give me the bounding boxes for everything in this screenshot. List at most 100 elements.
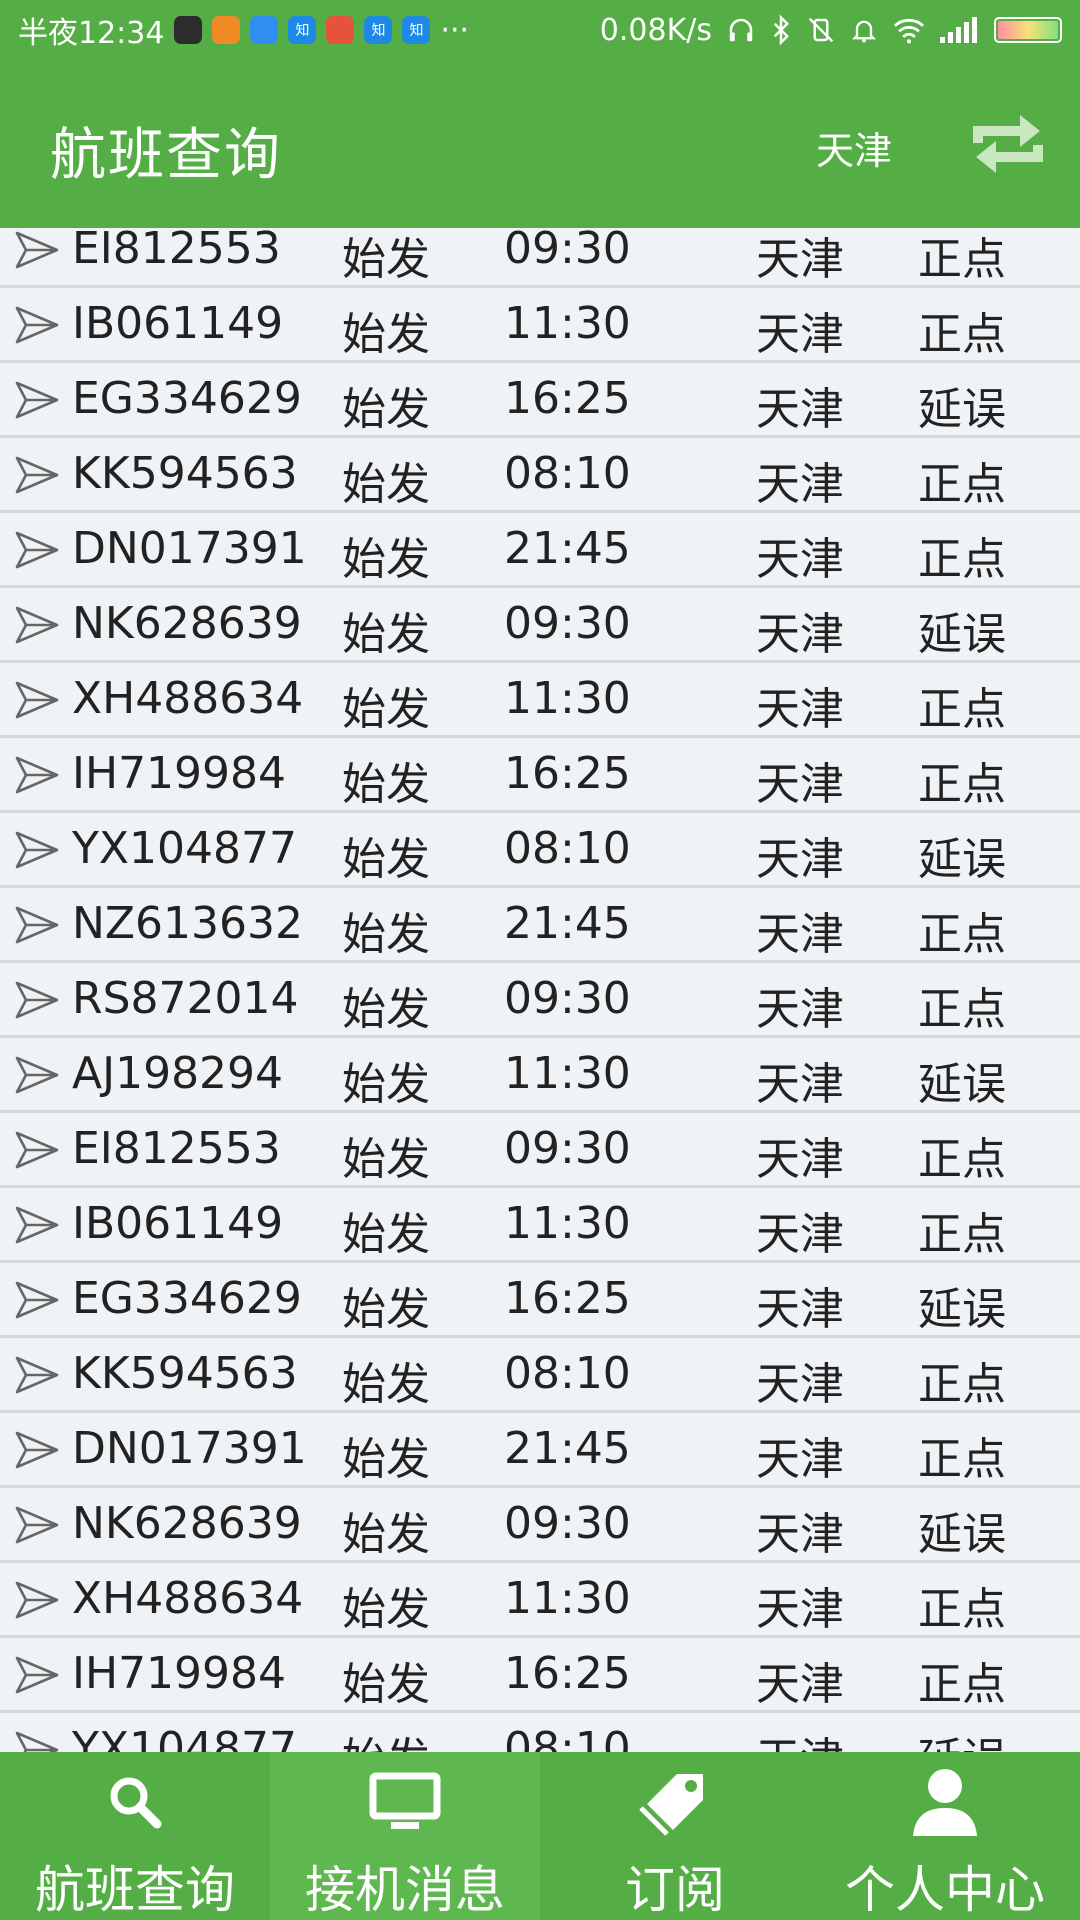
flight-row[interactable]: EI812553 始发 09:30 天津 正点 [0,228,1080,288]
city-selector[interactable]: 天津 [816,120,892,175]
flight-row[interactable]: NK628639 始发 09:30 天津 延误 [0,588,1080,663]
flight-time: 09:30 [504,973,631,1024]
flight-time: 08:10 [504,448,631,499]
plane-send-icon [14,1655,60,1695]
flight-type: 始发 [342,1659,430,1710]
shop-app-icon [212,16,241,44]
flight-row[interactable]: DN017391 始发 21:45 天津 正点 [0,1413,1080,1488]
plane-send-icon [14,305,60,345]
flight-type: 始发 [342,834,430,885]
flight-row[interactable]: IB061149 始发 11:30 天津 正点 [0,1188,1080,1263]
flight-row[interactable]: IH719984 始发 16:25 天津 正点 [0,1638,1080,1713]
flight-city: 天津 [756,984,844,1035]
plane-send-icon [14,1430,60,1470]
flight-status: 延误 [918,1284,1006,1335]
flight-row[interactable]: EI812553 始发 09:30 天津 正点 [0,1113,1080,1188]
flight-number: AJ198294 [72,1048,284,1099]
flight-row[interactable]: EG334629 始发 16:25 天津 延误 [0,363,1080,438]
nav-item-monitor[interactable]: 接机消息 [270,1752,540,1920]
flight-time: 08:10 [504,1348,631,1399]
flight-row[interactable]: XH488634 始发 11:30 天津 正点 [0,663,1080,738]
flight-time: 21:45 [504,1423,631,1474]
plane-send-icon [14,605,60,645]
flight-type: 始发 [342,609,430,660]
plane-send-icon [14,1280,60,1320]
nav-label: 订阅 [625,1861,725,1919]
flight-time: 11:30 [504,298,631,349]
store-app-icon [326,16,355,44]
flight-time: 09:30 [504,228,631,274]
status-time: 半夜12:34 [18,16,165,51]
flight-type: 始发 [342,309,430,360]
flight-type: 始发 [342,1284,430,1335]
nav-item-person[interactable]: 个人中心 [810,1752,1080,1920]
flight-status: 正点 [918,684,1006,735]
plane-send-icon [14,830,60,870]
flight-row[interactable]: RS872014 始发 09:30 天津 正点 [0,963,1080,1038]
status-left: 半夜12:34 知知知 ··· [18,8,600,52]
flight-status: 正点 [918,909,1006,960]
status-right: 0.08K/s [600,13,1062,48]
plane-send-icon [14,1055,60,1095]
flight-status: 延误 [918,834,1006,885]
flight-row[interactable]: IB061149 始发 11:30 天津 正点 [0,288,1080,363]
flight-status: 正点 [918,1134,1006,1185]
nav-item-tag[interactable]: 订阅 [540,1752,810,1920]
flight-number: KK594563 [72,448,298,499]
flight-status: 正点 [918,984,1006,1035]
flight-row[interactable]: YX104877 始发 08:10 天津 延误 [0,813,1080,888]
plane-send-icon [14,1580,60,1620]
flight-row[interactable]: EG334629 始发 16:25 天津 延误 [0,1263,1080,1338]
bluetooth-icon [773,15,790,45]
nav-label: 个人中心 [845,1861,1045,1919]
flight-type: 始发 [342,984,430,1035]
flight-row[interactable]: XH488634 始发 11:30 天津 正点 [0,1563,1080,1638]
flight-type: 始发 [342,534,430,585]
flight-city: 天津 [756,459,844,510]
flight-row[interactable]: NZ613632 始发 21:45 天津 正点 [0,888,1080,963]
nav-item-search[interactable]: 航班查询 [0,1752,270,1920]
flight-row[interactable]: KK594563 始发 08:10 天津 正点 [0,1338,1080,1413]
flight-time: 16:25 [504,1273,631,1324]
person-icon [907,1764,983,1840]
flight-time: 09:30 [504,598,631,649]
flight-number: RS872014 [72,973,299,1024]
cat-app-icon [174,16,203,44]
flight-status: 正点 [918,534,1006,585]
status-app-icons: 知知知 [174,16,431,44]
search-icon [97,1764,173,1840]
flight-time: 08:10 [504,1723,631,1752]
plane-send-icon [14,455,60,495]
flight-city: 天津 [756,1284,844,1335]
flight-number: NK628639 [72,1498,302,1549]
zhihu-app-icon: 知 [402,16,431,44]
flight-type: 始发 [342,1723,430,1752]
flight-number: EI812553 [72,1123,281,1174]
flight-row[interactable]: AJ198294 始发 11:30 天津 延误 [0,1038,1080,1113]
flight-time: 11:30 [504,1198,631,1249]
flight-row[interactable]: DN017391 始发 21:45 天津 正点 [0,513,1080,588]
flight-status: 延误 [918,384,1006,435]
flight-city: 天津 [756,609,844,660]
flight-list[interactable]: EI812553 始发 09:30 天津 正点 IB061149 始发 11:30 天津 正点 EG… [0,228,1080,1752]
vibrate-off-icon [808,17,834,43]
switch-direction-button[interactable] [968,108,1048,180]
flight-city: 天津 [756,834,844,885]
flight-number: DN017391 [72,1423,307,1474]
flight-row[interactable]: IH719984 始发 16:25 天津 正点 [0,738,1080,813]
battery-level [998,21,1058,39]
flight-number: YX104877 [72,1723,297,1752]
flight-type: 始发 [342,909,430,960]
flight-row[interactable]: KK594563 始发 08:10 天津 正点 [0,438,1080,513]
flight-status: 正点 [918,309,1006,360]
monitor-icon [367,1764,443,1840]
flight-type: 始发 [342,384,430,435]
flight-row[interactable]: NK628639 始发 09:30 天津 延误 [0,1488,1080,1563]
flight-city: 天津 [756,1584,844,1635]
flight-type: 始发 [342,1209,430,1260]
flight-city: 天津 [756,1659,844,1710]
flight-number: EG334629 [72,373,302,424]
flight-city: 天津 [756,1434,844,1485]
flight-row[interactable]: YX104877 始发 08:10 天津 延误 [0,1713,1080,1752]
flight-type: 始发 [342,1359,430,1410]
